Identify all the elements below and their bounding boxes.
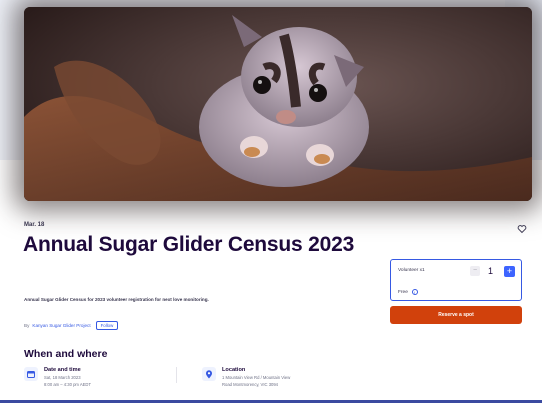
follow-button[interactable]: Follow bbox=[95, 321, 119, 330]
event-title: Annual Sugar Glider Census 2023 bbox=[23, 233, 355, 256]
address-line-2[interactable]: Road Montmorency, VIC 3094 bbox=[222, 382, 290, 387]
event-date-short: Mar. 18 bbox=[24, 222, 45, 228]
organizer-link[interactable]: Kanyan Sugar Glider Project bbox=[32, 323, 90, 328]
increase-quantity-button[interactable]: + bbox=[504, 266, 515, 277]
when-where-heading: When and where bbox=[24, 348, 108, 360]
calendar-icon bbox=[24, 367, 38, 381]
heart-icon[interactable] bbox=[517, 224, 527, 234]
address-line-1[interactable]: 1 Mountain View Rd / Mountain View bbox=[222, 375, 290, 380]
location-pin-icon bbox=[202, 367, 216, 381]
location-heading: Location bbox=[222, 367, 246, 373]
ticket-price-row: Free i bbox=[398, 289, 418, 295]
date-time-block: Date and time Sat, 18 March 2023 8:00 am… bbox=[24, 367, 91, 387]
ticket-name: Volunteer x1 bbox=[398, 268, 425, 273]
organizer-prefix: By bbox=[24, 323, 30, 328]
date-line: Sat, 18 March 2023 bbox=[44, 375, 81, 380]
event-hero-image bbox=[24, 7, 532, 201]
date-time-heading: Date and time bbox=[44, 367, 81, 373]
ticket-price: Free bbox=[398, 289, 408, 295]
location-block: Location 1 Mountain View Rd / Mountain V… bbox=[202, 367, 290, 387]
ticket-selector: Volunteer x1 − 1 + Free i bbox=[390, 259, 522, 301]
info-icon[interactable]: i bbox=[411, 289, 418, 295]
event-summary: Annual Sugar Glider Census for 2023 volu… bbox=[24, 297, 209, 302]
time-line: 8:00 am – 4:30 pm AEDT bbox=[44, 382, 92, 387]
info-divider bbox=[176, 367, 177, 383]
decrease-quantity-button[interactable]: − bbox=[470, 266, 480, 276]
ticket-quantity: 1 bbox=[488, 266, 494, 276]
reserve-spot-button[interactable]: Reserve a spot bbox=[390, 306, 522, 324]
organizer-line: By Kanyan Sugar Glider Project Follow bbox=[24, 321, 119, 330]
